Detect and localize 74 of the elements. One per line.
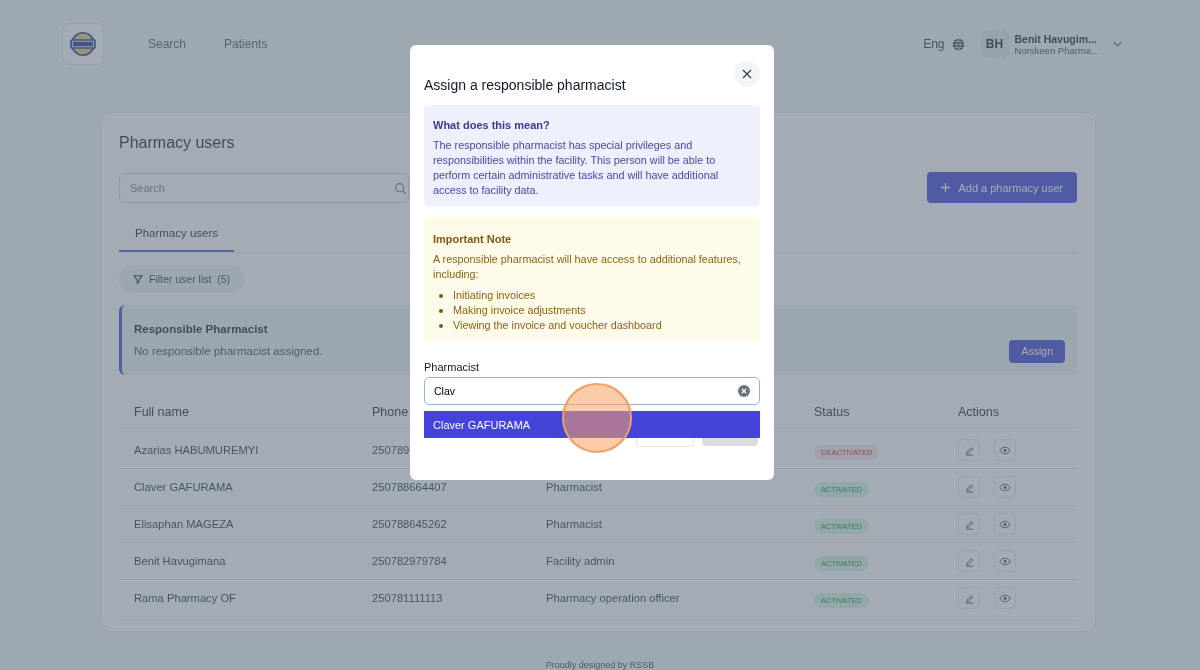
rssb-logo[interactable] — [62, 23, 104, 65]
table-cell-text: 250788645262 — [372, 518, 448, 530]
table-cell-text: Pharmacist — [546, 518, 603, 530]
view-button[interactable] — [994, 439, 1016, 461]
modal-title: Assign a responsible pharmacist — [424, 77, 626, 93]
table-cell-text: Claver GAFURAMA — [134, 481, 234, 493]
note-text: A responsible pharmacist will have access to additional features, including: — [433, 252, 742, 282]
language-selector[interactable]: Eng — [923, 37, 945, 51]
chevron-down-icon[interactable] — [1113, 41, 1122, 47]
user-avatar[interactable]: BH — [980, 30, 1009, 58]
nav-link[interactable]: Patients — [224, 37, 268, 51]
eye-icon — [999, 593, 1011, 603]
pencil-icon — [963, 592, 975, 604]
eye-icon — [999, 556, 1011, 566]
eye-icon — [999, 519, 1011, 529]
view-button[interactable] — [994, 476, 1016, 498]
table-cell-text: Azarias HABUMUREMYI — [134, 444, 260, 456]
column-header: Actions — [958, 405, 1000, 419]
edit-button[interactable] — [958, 476, 980, 498]
search-icon — [394, 181, 407, 195]
table-cell-text: Facility admin — [546, 555, 616, 567]
add-user-button[interactable]: Add a pharmacy user — [927, 172, 1077, 203]
edit-button[interactable] — [958, 439, 980, 461]
pencil-icon — [963, 444, 975, 456]
list-item: Viewing the invoice and voucher dashboard — [453, 318, 662, 333]
eye-icon — [999, 445, 1011, 455]
view-button[interactable] — [994, 587, 1016, 609]
table-cell-text: Benit Havugimana — [134, 555, 227, 567]
pencil-icon — [963, 518, 975, 530]
table-cell-text: Pharmacy operation officer — [546, 592, 681, 604]
filter-icon — [133, 274, 143, 284]
user-organization: Norskeen Pharma... — [1014, 44, 1099, 56]
table-cell-text: 250781111113 — [372, 592, 444, 604]
page-title: Pharmacy users — [119, 134, 235, 152]
plus-icon — [941, 182, 951, 192]
panel-message: No responsible pharmacist assigned. — [134, 345, 323, 357]
view-button[interactable] — [994, 550, 1016, 572]
eye-icon — [999, 482, 1011, 492]
edit-button[interactable] — [958, 513, 980, 535]
list-item: Making invoice adjustments — [453, 303, 586, 318]
pencil-icon — [963, 481, 975, 493]
globe-icon[interactable] — [951, 37, 965, 51]
tab[interactable]: Pharmacy users — [119, 221, 235, 252]
assign-button[interactable]: Assign — [1009, 339, 1065, 363]
nav-link[interactable]: Search — [148, 37, 187, 51]
table-cell-text: Rama Pharmacy OF — [134, 592, 237, 604]
clear-icon[interactable] — [738, 385, 750, 397]
table-cell-text: 250782979784 — [372, 555, 448, 567]
table-cell-text: Pharmacist — [546, 481, 603, 493]
dropdown-option[interactable]: Claver GAFURAMA — [424, 411, 760, 438]
info-title: What does this mean? — [433, 119, 550, 131]
info-text: The responsible pharmacist has special privileges and responsibilities within the facility. This person will be able to perform certain administrative tasks and will have additional access to facility data. — [433, 138, 720, 198]
column-header: Status — [814, 405, 851, 419]
edit-button[interactable] — [958, 550, 980, 572]
search-field[interactable]: Search — [119, 172, 409, 203]
table-cell-text: 250788664407 — [372, 481, 448, 493]
column-header: Phone — [372, 405, 410, 419]
list-item: Initiating invoices — [453, 288, 536, 303]
footer-text: Proudly designed by RSSB — [544, 660, 656, 670]
table-cell-text: 250789 — [372, 444, 411, 456]
cancel-button[interactable] — [636, 438, 694, 447]
table-cell-text: Elisaphan MAGEZA — [134, 518, 235, 530]
note-title: Important Note — [433, 233, 512, 245]
filter-button[interactable]: Filter user list (5) — [119, 265, 245, 293]
field-label: Pharmacist — [424, 361, 481, 373]
close-button[interactable] — [734, 61, 760, 87]
pharmacist-field[interactable]: Clav — [424, 377, 760, 405]
column-header: Full name — [134, 405, 190, 419]
edit-button[interactable] — [958, 587, 980, 609]
close-icon — [742, 69, 752, 79]
user-name: Benit Havugim... — [1014, 32, 1098, 45]
pencil-icon — [963, 555, 975, 567]
panel-title: Responsible Pharmacist — [134, 323, 269, 335]
view-button[interactable] — [994, 513, 1016, 535]
